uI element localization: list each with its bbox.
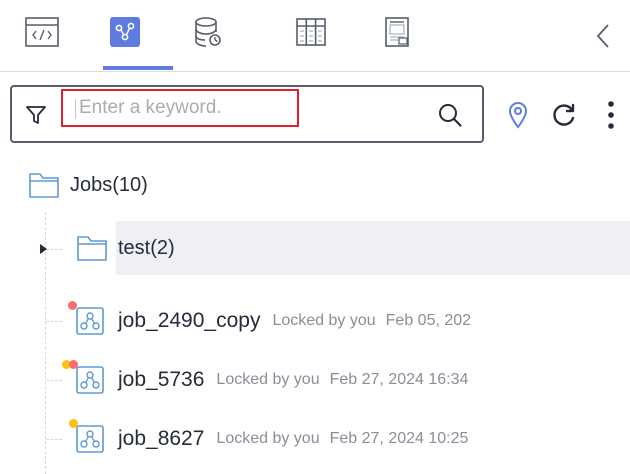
job-icon-wrapper [69,419,106,455]
tree-guide-branch [46,380,62,381]
modified-time: Feb 05, 202 [385,312,472,329]
chevron-left-icon [596,24,609,48]
lock-status: Locked by you [216,371,320,388]
database-icon [195,17,221,47]
folder-count: (2) [150,236,175,259]
tab-bar [0,0,630,72]
tab-data-connections[interactable] [188,12,228,52]
refresh-icon [553,103,575,126]
search-input-highlight [61,89,299,127]
job-icon-wrapper [68,301,106,337]
job-network-icon [110,17,140,47]
job-node-icon [76,307,104,335]
search-button[interactable] [432,97,468,133]
tab-tables[interactable] [291,12,331,52]
job-icon-wrapper [62,360,106,396]
job-name: job_2490_copy [118,309,261,332]
tab-resources[interactable] [378,12,418,52]
refresh-button[interactable] [547,97,581,133]
document-icon [385,17,409,47]
tree-guide-branch [46,321,62,322]
folder-count: (10) [112,173,148,196]
table-grid-icon [296,18,326,46]
tree-node-label: test(2) [118,237,175,260]
job-node-icon [76,366,104,394]
status-dot-yellow [69,419,78,428]
tree-node-jobs[interactable]: Jobs(10) [28,158,148,212]
more-actions-button[interactable] [603,97,619,133]
tree-guide-branch [46,439,62,440]
lock-status: Locked by you [272,312,376,329]
job-list-item[interactable]: job_5736 Locked by you Feb 27, 2024 16:3… [62,353,630,407]
more-vertical-icon [608,101,614,129]
folder-icon [29,173,59,198]
modified-time: Feb 27, 2024 10:25 [329,430,469,447]
search-icon [439,104,462,127]
status-dot-red [69,360,78,369]
job-list-item[interactable]: job_2490_copy Locked by you Feb 05, 202 [62,294,630,348]
filter-icon [26,106,46,124]
collapse-panel-button[interactable] [588,18,618,54]
search-bar [10,85,484,143]
search-input[interactable] [65,93,295,123]
folder-icon [77,236,107,261]
folder-name: test [118,236,151,259]
modified-time: Feb 27, 2024 16:34 [329,371,469,388]
expand-arrow-icon[interactable] [40,244,47,254]
job-explorer-panel: Jobs(10) test(2) job_2490_copy Locked b [0,0,630,474]
tree-node-label: Jobs(10) [70,174,148,197]
tree-node-test-folder[interactable]: test(2) [77,221,630,275]
filter-button[interactable] [22,101,50,129]
tree-guide-branch [46,249,62,250]
job-list-item[interactable]: job_8627 Locked by you Feb 27, 2024 10:2… [62,412,630,466]
tab-jobs[interactable] [105,12,145,52]
folder-name: Jobs [70,173,113,196]
job-node-icon [76,425,104,453]
tab-scripts[interactable] [22,12,62,52]
job-name: job_5736 [118,368,205,391]
status-dot-red [68,301,77,310]
job-name: job_8627 [118,427,205,450]
location-pin-icon [508,102,528,129]
locate-button[interactable] [502,97,534,133]
lock-status: Locked by you [216,430,320,447]
code-tag-icon [25,17,59,47]
active-tab-indicator [103,66,173,70]
